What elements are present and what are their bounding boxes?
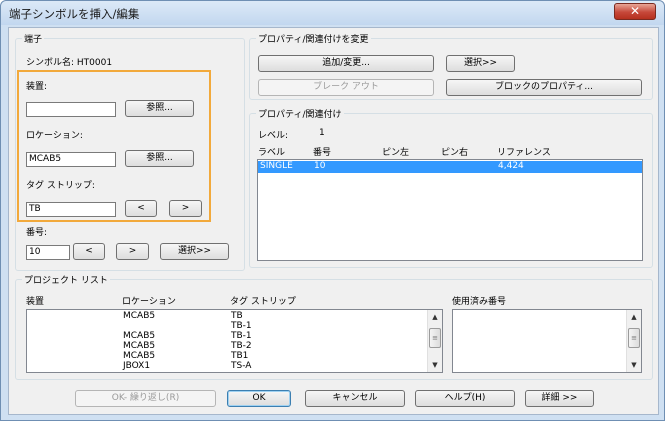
- props-select-button[interactable]: 選択>>: [446, 55, 515, 72]
- scroll-thumb[interactable]: ≡: [429, 328, 441, 348]
- column-header-pin-right: ピン右: [441, 148, 469, 158]
- level-value: 1: [319, 128, 325, 138]
- project-list-box[interactable]: MCAB5 TB TB-1 MCAB5 TB-1 MCAB5 TB-2 MCAB…: [26, 309, 443, 373]
- scroll-down-icon[interactable]: ▼: [627, 358, 641, 372]
- details-button[interactable]: 詳細 >>: [525, 390, 594, 407]
- project-location-cell: MCAB5: [123, 331, 156, 341]
- project-list-legend: プロジェクト リスト: [22, 273, 110, 286]
- scroll-down-icon[interactable]: ▼: [428, 358, 442, 372]
- list-item[interactable]: MCAB5 TB-2: [27, 341, 427, 351]
- break-out-button[interactable]: ブレーク アウト: [258, 79, 434, 96]
- project-location-cell: MCAB5: [123, 311, 156, 321]
- list-item[interactable]: MCAB5 TB: [27, 311, 427, 321]
- project-strip-cell: TB1: [231, 351, 249, 361]
- props-assoc-legend: プロパティ/関連付け: [256, 107, 344, 120]
- used-numbers-list[interactable]: ▲ ≡ ▼: [452, 309, 642, 373]
- project-location-cell: JBOX1: [123, 361, 151, 371]
- row-label-cell: SINGLE: [260, 161, 293, 171]
- row-reference-cell: 4,424: [498, 161, 524, 171]
- close-button[interactable]: ✕: [614, 3, 656, 20]
- project-location-cell: MCAB5: [123, 351, 156, 361]
- add-change-button[interactable]: 追加/変更...: [258, 55, 434, 72]
- help-button[interactable]: ヘルプ(H): [415, 390, 515, 407]
- project-strip-cell: TS-A: [231, 361, 252, 371]
- highlight-frame: [17, 70, 211, 222]
- number-next-button[interactable]: >: [116, 243, 149, 260]
- project-list-scrollbar[interactable]: ▲ ≡ ▼: [427, 310, 442, 372]
- symbol-name-label: シンボル名: HT0001: [26, 58, 113, 68]
- number-prev-button[interactable]: <: [73, 243, 105, 260]
- props-assoc-list[interactable]: SINGLE 10 4,424: [257, 159, 643, 261]
- ok-repeat-button[interactable]: OK- 繰り返し(R): [75, 390, 216, 407]
- scroll-up-icon[interactable]: ▲: [627, 310, 641, 324]
- number-label: 番号:: [26, 228, 48, 238]
- props-change-legend: プロパティ/関連付けを変更: [256, 32, 371, 45]
- used-numbers-label: 使用済み番号: [452, 297, 507, 307]
- level-label: レベル:: [258, 131, 289, 141]
- project-strip-cell: TB-1: [231, 331, 252, 341]
- scroll-up-icon[interactable]: ▲: [428, 310, 442, 324]
- project-strip-cell: TB-1: [231, 321, 252, 331]
- cancel-button[interactable]: キャンセル: [305, 390, 405, 407]
- title-bar[interactable]: 端子シンボルを挿入/編集 ✕: [1, 1, 664, 25]
- column-header-tag-strip: タグ ストリップ: [230, 297, 296, 307]
- ok-button[interactable]: OK: [227, 390, 291, 407]
- project-location-cell: MCAB5: [123, 341, 156, 351]
- number-select-button[interactable]: 選択>>: [160, 243, 229, 260]
- terminal-legend: 端子: [22, 32, 45, 45]
- column-header-reference: リファレンス: [497, 148, 551, 158]
- row-number-cell: 10: [314, 161, 326, 171]
- close-icon: ✕: [629, 4, 641, 18]
- list-item[interactable]: JBOX1 TS-A: [27, 361, 427, 371]
- used-numbers-scrollbar[interactable]: ▲ ≡ ▼: [626, 310, 641, 372]
- column-header-number: 番号: [313, 148, 332, 158]
- table-row[interactable]: SINGLE 10 4,424: [258, 161, 642, 173]
- block-properties-button[interactable]: ブロックのプロパティ...: [446, 79, 642, 96]
- scroll-thumb[interactable]: ≡: [628, 328, 640, 348]
- project-strip-cell: TB: [231, 311, 243, 321]
- column-header-location: ロケーション: [122, 297, 176, 307]
- list-item[interactable]: MCAB5 TB-1: [27, 331, 427, 341]
- project-strip-cell: TB-2: [231, 341, 252, 351]
- dialog-window: 端子シンボルを挿入/編集 ✕ 端子 シンボル名: HT0001 装置: 参照..…: [0, 0, 665, 421]
- column-header-device: 装置: [26, 297, 45, 307]
- column-header-label: ラベル: [258, 148, 286, 158]
- window-title: 端子シンボルを挿入/編集: [9, 7, 140, 21]
- list-item[interactable]: MCAB5 TB1: [27, 351, 427, 361]
- column-header-pin-left: ピン左: [382, 148, 410, 158]
- list-item[interactable]: TB-1: [27, 321, 427, 331]
- number-input[interactable]: 10: [26, 245, 70, 260]
